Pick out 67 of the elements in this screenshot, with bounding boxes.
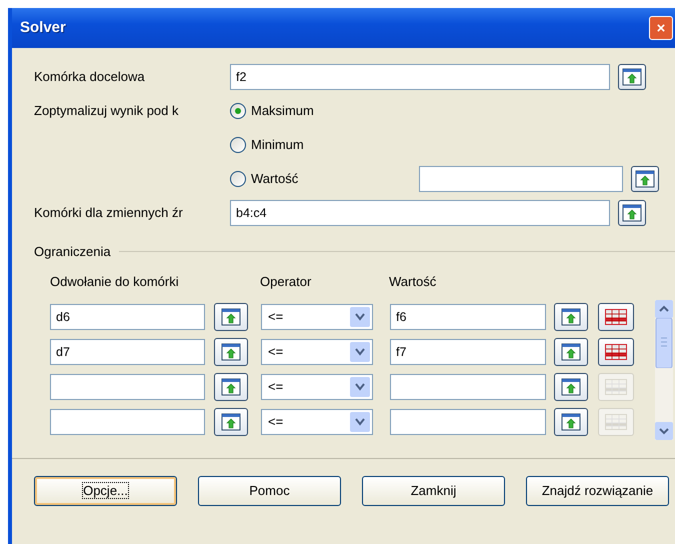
shrink-button[interactable]: [554, 373, 588, 401]
dialog-button[interactable]: Znajdź rozwiązanie: [526, 476, 669, 506]
shrink-icon: [635, 170, 655, 188]
scroll-up-button[interactable]: [655, 300, 673, 318]
shrink-icon: [221, 413, 241, 431]
delete-row-button[interactable]: [598, 303, 634, 331]
shrink-button[interactable]: [214, 373, 248, 401]
shrink-button[interactable]: [214, 408, 248, 436]
value-field[interactable]: [390, 409, 546, 435]
shrink-icon: [622, 68, 642, 86]
field-label: Komórki dla zmiennych źr: [34, 204, 184, 222]
scrollbar-thumb[interactable]: [655, 318, 673, 368]
scrollbar[interactable]: [655, 300, 673, 440]
shrink-button[interactable]: [214, 338, 248, 366]
table-icon: [605, 309, 627, 325]
operator-dropdown[interactable]: <=: [261, 374, 373, 400]
shrink-button[interactable]: [631, 166, 659, 192]
dialog-button[interactable]: Opcje...: [34, 476, 177, 506]
input-field[interactable]: b4:c4: [230, 200, 610, 226]
table-icon: [605, 344, 627, 360]
shrink-icon: [622, 204, 642, 222]
cell-reference-field[interactable]: d6: [50, 304, 205, 330]
radio-button[interactable]: Minimum: [230, 135, 304, 155]
shrink-icon: [561, 413, 581, 431]
cell-reference-field[interactable]: [50, 409, 205, 435]
operator-dropdown[interactable]: <=: [261, 409, 373, 435]
table-icon: [605, 414, 627, 430]
operator-dropdown[interactable]: <=: [261, 339, 373, 365]
column-header: Wartość: [389, 272, 438, 290]
shrink-button[interactable]: [554, 408, 588, 436]
column-header: Operator: [260, 272, 312, 291]
shrink-icon: [221, 378, 241, 396]
delete-row-button[interactable]: [598, 338, 634, 366]
radio-button[interactable]: Maksimum: [230, 101, 314, 121]
shrink-icon: [221, 343, 241, 361]
input-field[interactable]: f2: [230, 64, 610, 90]
value-field[interactable]: [419, 166, 623, 192]
column-header: Odwołanie do komórki: [50, 272, 180, 290]
dialog-button[interactable]: Pomoc: [198, 476, 341, 506]
shrink-icon: [221, 308, 241, 326]
field-label: Zoptymalizuj wynik pod k: [34, 102, 180, 120]
scroll-down-button[interactable]: [655, 422, 673, 440]
shrink-button[interactable]: [214, 303, 248, 331]
cell-reference-field[interactable]: [50, 374, 205, 400]
field-label: Komórka docelowa: [34, 68, 146, 86]
value-field[interactable]: f7: [390, 339, 546, 365]
value-field[interactable]: [390, 374, 546, 400]
shrink-icon: [561, 308, 581, 326]
chevron-down-icon: [355, 313, 365, 321]
radio-button[interactable]: Wartość: [230, 169, 298, 189]
operator-dropdown[interactable]: <=: [261, 304, 373, 330]
shrink-button[interactable]: [554, 303, 588, 331]
cell-reference-field[interactable]: d7: [50, 339, 205, 365]
shrink-button[interactable]: [554, 338, 588, 366]
shrink-button[interactable]: [618, 64, 646, 90]
dialog-button[interactable]: Zamknij: [362, 476, 505, 506]
close-button[interactable]: [649, 16, 673, 40]
section-title: Ograniczenia: [34, 243, 111, 261]
shrink-icon: [561, 343, 581, 361]
value-field[interactable]: f6: [390, 304, 546, 330]
window-title: Solver: [20, 18, 66, 38]
chevron-down-icon: [355, 383, 365, 391]
chevron-down-icon: [355, 348, 365, 356]
chevron-down-icon: [355, 418, 365, 426]
shrink-icon: [561, 378, 581, 396]
table-icon: [605, 379, 627, 395]
shrink-button[interactable]: [618, 200, 646, 226]
